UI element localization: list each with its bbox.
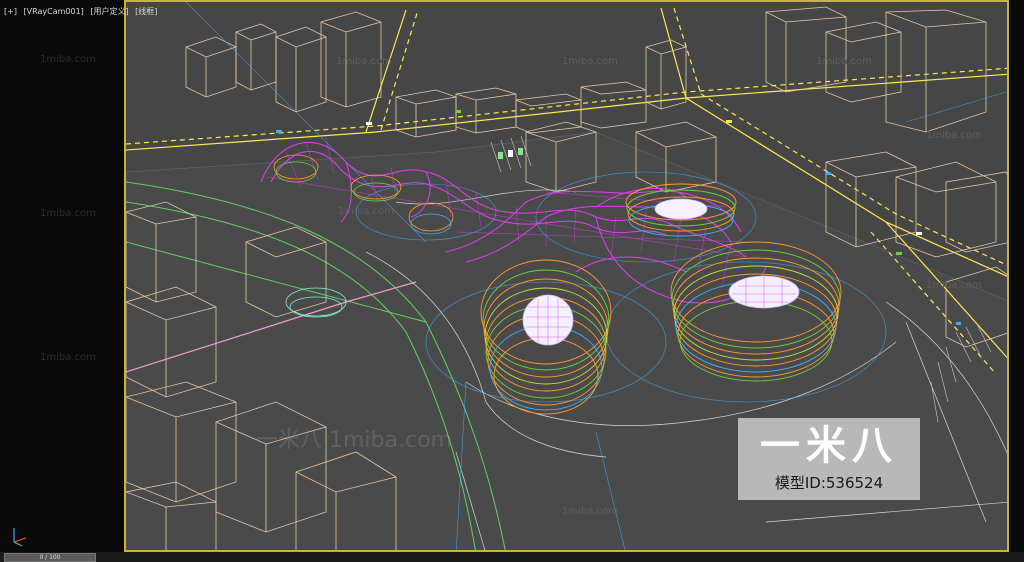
shading-mode-menu[interactable]: [线框]	[135, 7, 157, 16]
max-viewport-window: [+] [VRayCam001] [用户定义] [线框] 1miba.com 1…	[0, 0, 1024, 562]
watermark-text: 1miba.com	[816, 56, 872, 67]
timeline-bar[interactable]: 0 / 100	[0, 552, 1024, 562]
viewport-label[interactable]: [+] [VRayCam001] [用户定义] [线框]	[4, 6, 161, 20]
watermark-text: 1miba.com	[926, 130, 982, 141]
watermark-text: 1miba.com	[336, 56, 392, 67]
left-panel: 1miba.com 1miba.com 1miba.com	[0, 0, 124, 552]
logo-model-id: 模型ID:536524	[774, 474, 884, 492]
right-panel	[1009, 0, 1024, 552]
watermark-logo: 一米八 模型ID:536524	[738, 418, 920, 500]
axis-gizmo-icon	[13, 528, 27, 547]
watermark-text: 1miba.com	[40, 208, 96, 219]
watermark-text: 1miba.com	[562, 56, 618, 67]
logo-brand-text: 一米八	[760, 423, 898, 469]
viewport-plus-menu[interactable]: [+]	[4, 7, 17, 16]
watermark-text: 1miba.com	[926, 280, 982, 291]
time-slider[interactable]: 0 / 100	[4, 553, 96, 562]
watermark-text: 1miba.com	[40, 352, 96, 363]
watermark-text: 一米八 1miba.com	[256, 428, 452, 453]
view-mode-menu[interactable]: [用户定义]	[90, 7, 128, 16]
camera-menu[interactable]: [VRayCam001]	[24, 7, 84, 16]
watermark-text: 1miba.com	[338, 206, 394, 217]
3d-viewport[interactable]: 1miba.com 1miba.com 1miba.com 1miba.com …	[124, 0, 1009, 552]
watermark-text: 1miba.com	[562, 506, 618, 517]
watermark-text: 1miba.com	[40, 54, 96, 65]
